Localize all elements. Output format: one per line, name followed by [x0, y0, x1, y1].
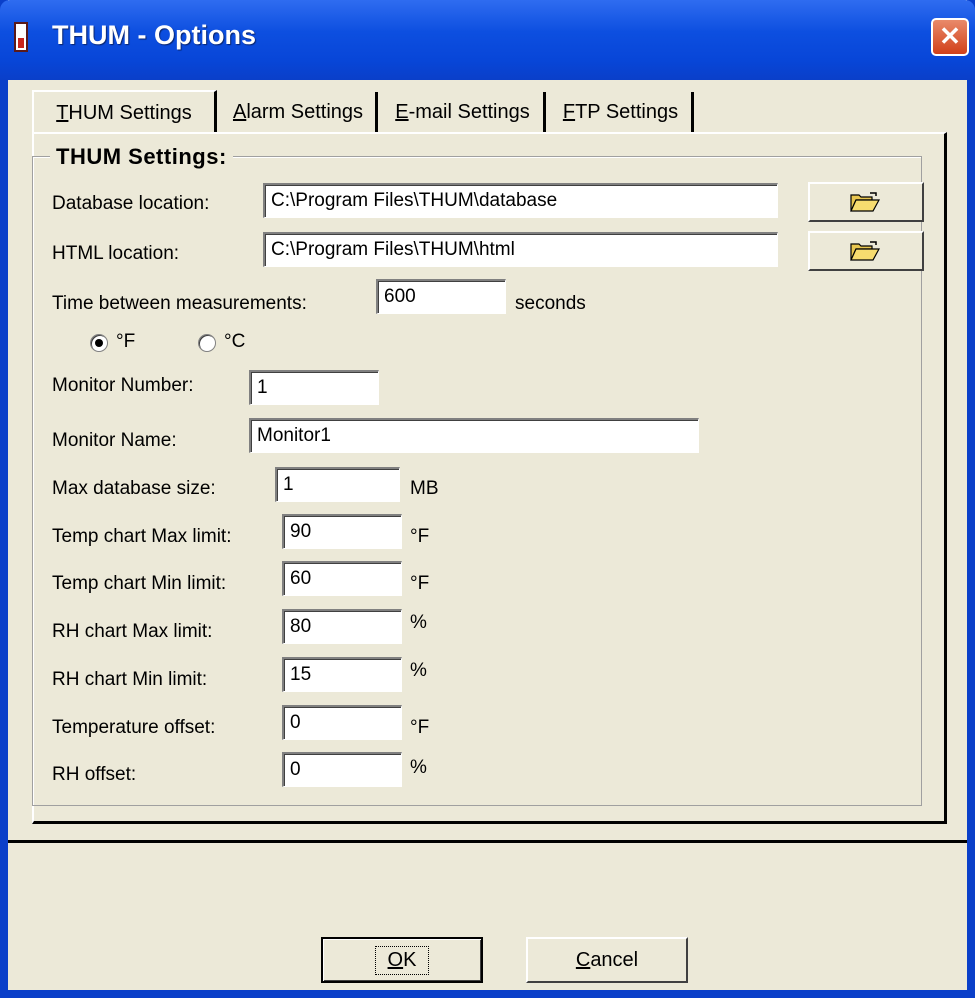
group-title: THUM Settings:: [50, 144, 233, 170]
folder-open-icon: [850, 192, 880, 212]
temp-min-input[interactable]: 60: [282, 561, 402, 596]
temp-max-input[interactable]: 90: [282, 514, 402, 549]
title-bar[interactable]: THUM - Options ✕: [0, 0, 975, 80]
fahrenheit-radio[interactable]: [90, 334, 108, 352]
database-location-label: Database location:: [52, 193, 210, 214]
tab-ftp-settings[interactable]: F TP Settings: [550, 92, 694, 132]
monitor-name-label: Monitor Name:: [52, 430, 177, 451]
browse-database-button[interactable]: [808, 182, 924, 222]
celsius-radio[interactable]: [198, 334, 216, 352]
options-area: T HUM Settings Alarm Settings E -mail Sett…: [8, 80, 967, 843]
max-db-size-label: Max database size:: [52, 478, 216, 499]
database-location-input[interactable]: C:\Program Files\THUM\database: [263, 183, 778, 218]
temp-offset-unit: °F: [410, 717, 430, 738]
rh-min-input[interactable]: 15: [282, 657, 402, 692]
options-window: THUM - Options ✕ T HUM Settings Alarm Set…: [0, 0, 975, 998]
fahrenheit-label: °F: [116, 331, 136, 352]
rh-offset-input[interactable]: 0: [282, 752, 402, 787]
monitor-number-input[interactable]: 1: [249, 370, 379, 405]
temp-offset-input[interactable]: 0: [282, 705, 402, 740]
button-area: OK Cancel: [8, 843, 967, 990]
ok-button[interactable]: OK: [321, 937, 483, 983]
tab-email-settings[interactable]: E -mail Settings: [382, 92, 546, 132]
temp-min-label: Temp chart Min limit:: [52, 573, 227, 594]
temp-offset-label: Temperature offset:: [52, 717, 216, 738]
max-db-size-input[interactable]: 1: [275, 467, 400, 502]
seconds-unit-label: seconds: [515, 293, 586, 314]
close-button[interactable]: ✕: [931, 18, 969, 56]
rh-max-label: RH chart Max limit:: [52, 621, 213, 642]
time-between-input[interactable]: 600: [376, 279, 506, 314]
temp-max-label: Temp chart Max limit:: [52, 526, 232, 547]
rh-max-input[interactable]: 80: [282, 609, 402, 644]
monitor-name-input[interactable]: Monitor1: [249, 418, 699, 453]
html-location-label: HTML location:: [52, 243, 180, 264]
browse-html-button[interactable]: [808, 231, 924, 271]
rh-min-unit: %: [410, 660, 427, 681]
rh-max-unit: %: [410, 612, 427, 633]
tab-thum-settings[interactable]: T HUM Settings: [32, 90, 217, 134]
folder-open-icon: [850, 241, 880, 261]
celsius-label: °C: [224, 331, 246, 352]
rh-min-label: RH chart Min limit:: [52, 669, 208, 690]
temp-min-unit: °F: [410, 573, 430, 594]
mb-unit-label: MB: [410, 478, 439, 499]
monitor-number-label: Monitor Number:: [52, 375, 194, 396]
thermometer-icon: [14, 22, 28, 52]
rh-offset-unit: %: [410, 757, 427, 778]
window-title: THUM - Options: [52, 20, 256, 50]
html-location-input[interactable]: C:\Program Files\THUM\html: [263, 232, 778, 267]
cancel-button[interactable]: Cancel: [526, 937, 688, 983]
rh-offset-label: RH offset:: [52, 764, 137, 785]
time-between-label: Time between measurements:: [52, 293, 307, 314]
tab-alarm-settings[interactable]: Alarm Settings: [221, 92, 378, 132]
temp-max-unit: °F: [410, 526, 430, 547]
